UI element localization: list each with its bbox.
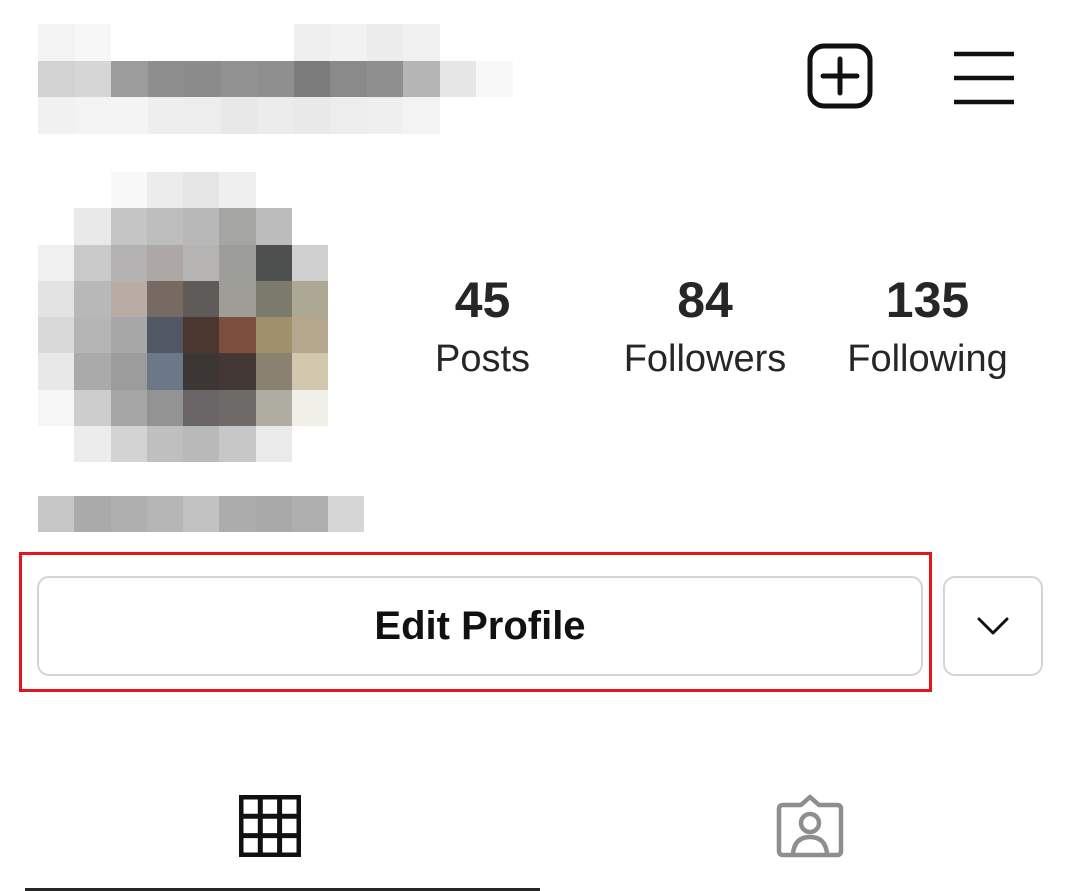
menu-button[interactable] xyxy=(948,40,1020,112)
stat-following[interactable]: 135 Following xyxy=(835,270,1020,384)
posts-count: 45 xyxy=(454,272,511,328)
tab-tagged[interactable] xyxy=(540,760,1080,891)
display-name-pixelated xyxy=(38,496,365,534)
stat-posts[interactable]: 45 Posts xyxy=(410,270,555,384)
plus-square-icon xyxy=(807,43,873,109)
tagged-person-icon xyxy=(776,794,844,857)
followers-count: 84 xyxy=(677,272,733,328)
following-count: 135 xyxy=(885,272,970,328)
following-label: Following xyxy=(847,338,1008,380)
suggested-accounts-dropdown-button[interactable] xyxy=(943,576,1043,676)
new-post-button[interactable] xyxy=(804,40,876,112)
profile-stats: 45 Posts 84 Followers 135 Following xyxy=(370,270,1070,400)
chevron-down-icon xyxy=(977,617,1009,635)
grid-icon xyxy=(239,794,301,857)
posts-label: Posts xyxy=(434,338,531,380)
edit-profile-button[interactable]: Edit Profile xyxy=(37,576,923,676)
avatar[interactable] xyxy=(38,172,328,462)
followers-label: Followers xyxy=(623,338,787,380)
tab-posts-grid[interactable] xyxy=(0,760,540,891)
username-pixelated xyxy=(38,24,513,134)
stat-followers[interactable]: 84 Followers xyxy=(610,270,800,384)
hamburger-menu-icon xyxy=(954,51,1014,105)
